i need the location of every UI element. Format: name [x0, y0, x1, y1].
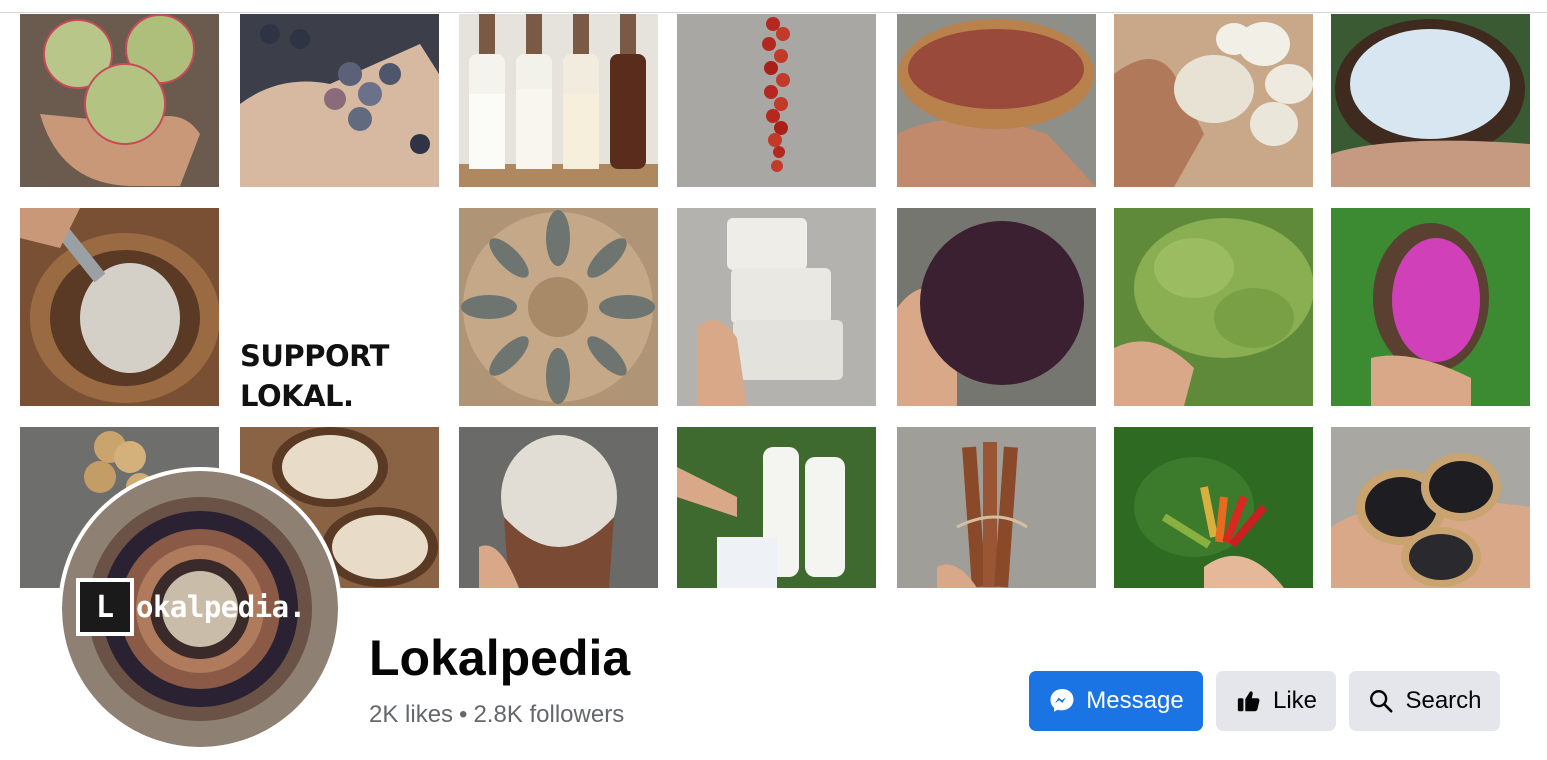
- cover-tile-purple-yam: [1331, 208, 1530, 406]
- cover-tile-red-rice: [897, 14, 1096, 187]
- search-button-label: Search: [1405, 687, 1482, 714]
- lokalpedia-logo: L okalpedia.: [76, 578, 306, 636]
- likes-count[interactable]: 2K likes: [369, 701, 453, 728]
- cover-tile-bottles: [459, 14, 658, 187]
- cover-tile-berries: [240, 14, 439, 187]
- search-icon: [1367, 687, 1395, 715]
- cover-tile-clay-egg: [459, 427, 658, 588]
- cover-tile-cinnamon: [897, 427, 1096, 588]
- cover-tile-green-herb: [1114, 208, 1313, 406]
- support-lokal-text: SUPPORT LOKAL.: [240, 339, 389, 413]
- messenger-icon: [1048, 687, 1076, 715]
- cover-tile-black-rice-cake: [897, 208, 1096, 406]
- cover-tile-chili: [1114, 427, 1313, 588]
- cover-tile-flour-spoon: [20, 208, 219, 406]
- stats-separator: •: [459, 701, 468, 728]
- followers-count[interactable]: 2.8K followers: [473, 701, 624, 728]
- logo-letter-box: L: [76, 578, 134, 636]
- like-button-label: Like: [1272, 687, 1318, 714]
- search-button[interactable]: Search: [1349, 671, 1500, 731]
- page-title[interactable]: Lokalpedia: [369, 628, 630, 688]
- top-divider: [0, 12, 1547, 13]
- like-button[interactable]: Like: [1216, 671, 1336, 731]
- cover-tile-dried-fish: [459, 208, 658, 406]
- cover-tile-sago-blocks: [677, 208, 876, 406]
- logo-wordmark: okalpedia.: [136, 590, 306, 624]
- cover-tile-red-berries: [677, 14, 876, 187]
- cover-tile-fruits: [20, 14, 219, 187]
- cover-tile-milk: [677, 427, 876, 588]
- thumbs-up-icon: [1235, 687, 1263, 715]
- message-button-label: Message: [1086, 687, 1184, 714]
- message-button[interactable]: Message: [1029, 671, 1203, 731]
- cover-tile-nata-de-coco: [1331, 14, 1530, 187]
- cover-tile-mushrooms: [1114, 14, 1313, 187]
- page-stats: 2K likes • 2.8K followers: [369, 699, 624, 731]
- cover-tile-kluwak: [1331, 427, 1530, 588]
